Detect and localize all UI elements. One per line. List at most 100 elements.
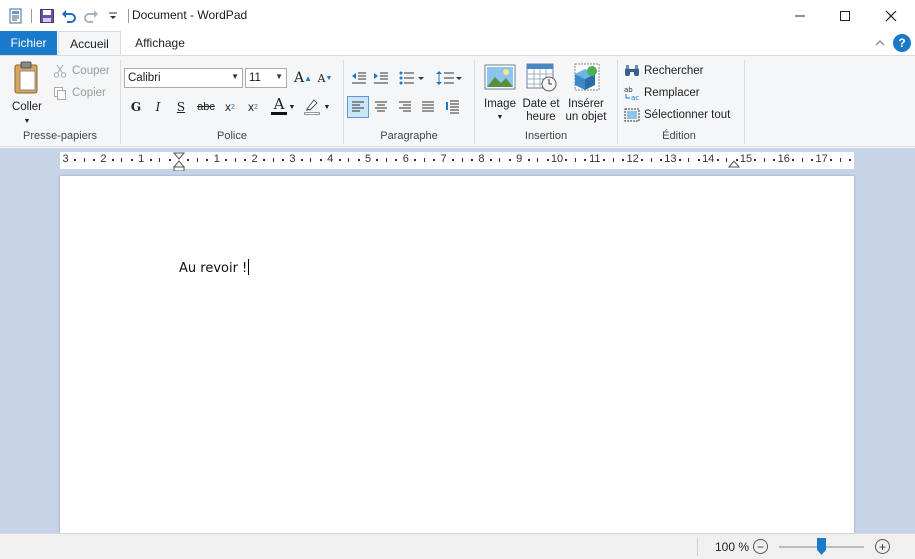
font-size-select[interactable]: 11 ▼ [245, 68, 287, 88]
text-color-dropdown-icon[interactable]: ▼ [286, 96, 298, 118]
replace-button[interactable]: ab ac Remplacer [624, 83, 700, 103]
zoom-slider-thumb[interactable] [817, 538, 826, 555]
ruler-tick [839, 158, 841, 162]
document-text-line[interactable]: Au revoir ! [179, 259, 250, 276]
ribbon: Coller ▼ Couper Copier Presse-papiers Ca… [0, 55, 915, 147]
ruler-tick [319, 159, 322, 161]
align-center-icon[interactable] [370, 96, 392, 118]
collapse-ribbon-icon[interactable] [871, 34, 889, 52]
insert-image-label: Image [484, 98, 516, 110]
customize-qat-icon[interactable] [103, 6, 123, 26]
replace-label: Remplacer [644, 87, 700, 99]
increase-indent-icon[interactable] [370, 67, 392, 89]
qat-separator [128, 9, 129, 23]
ruler-tick [187, 159, 190, 161]
italic-button[interactable]: I [147, 96, 169, 118]
group-clipboard: Coller ▼ Couper Copier Presse-papiers [0, 56, 120, 146]
ruler-tick [763, 158, 765, 162]
tab-home[interactable]: Accueil [58, 31, 121, 56]
date-time-button[interactable]: Date et heure [521, 62, 561, 124]
insert-image-dropdown-icon[interactable]: ▼ [497, 111, 504, 124]
redo-icon[interactable] [81, 6, 101, 26]
paste-button[interactable]: Coller ▼ [6, 61, 48, 128]
zoom-out-icon[interactable]: − [753, 539, 768, 554]
ruler-tick [792, 159, 795, 161]
highlight-icon[interactable] [301, 95, 323, 117]
strikethrough-button[interactable]: abc [195, 96, 217, 118]
ruler-tick [234, 158, 236, 162]
cut-button[interactable]: Couper [52, 61, 110, 81]
line-spacing-icon[interactable] [434, 67, 464, 89]
first-line-indent-marker[interactable] [173, 152, 185, 171]
ruler[interactable]: 3 2 1 1 2 3 4 5 6 7 8 9 10 11 12 13 14 15 16 17 [60, 152, 854, 171]
zoom-in-icon[interactable]: + [875, 539, 890, 554]
bold-button[interactable]: G [125, 96, 147, 118]
ruler-tick [499, 158, 501, 162]
ruler-tick [385, 158, 387, 162]
save-icon[interactable] [37, 6, 57, 26]
highlight-dropdown-icon[interactable]: ▼ [321, 96, 333, 118]
tab-file[interactable]: Fichier [0, 31, 57, 55]
ruler-number: 5 [364, 153, 372, 165]
ruler-tick [735, 159, 738, 161]
minimize-button[interactable] [777, 0, 823, 31]
paste-label: Coller [11, 101, 43, 113]
maximize-button[interactable] [822, 0, 868, 31]
undo-icon[interactable] [59, 6, 79, 26]
insert-object-button[interactable]: Insérer un objet [563, 62, 609, 124]
replace-icon: ab ac [624, 85, 640, 101]
copy-button[interactable]: Copier [52, 83, 106, 103]
insert-object-label-1: Insérer [568, 98, 604, 110]
ruler-number: 16 [777, 153, 790, 165]
ruler-tick [622, 159, 625, 161]
document-text: Au revoir ! [179, 261, 248, 276]
ruler-number: 12 [626, 153, 639, 165]
grow-font-icon[interactable]: A ▲ [292, 67, 314, 89]
ruler-tick [830, 159, 833, 161]
ruler-number: 3 [62, 153, 69, 165]
superscript-icon[interactable]: x2 [242, 96, 264, 118]
text-caret [248, 259, 250, 275]
underline-icon[interactable]: S [170, 96, 192, 118]
chevron-down-icon: ▼ [275, 72, 283, 81]
ribbon-tab-row: Fichier Accueil Affichage ? [0, 31, 915, 56]
group-separator [744, 60, 745, 144]
ruler-tick [470, 159, 473, 161]
shrink-font-icon[interactable]: A ▼ [314, 67, 336, 89]
insert-image-button[interactable]: Image ▼ [480, 62, 520, 124]
tab-view[interactable]: Affichage [125, 31, 195, 55]
close-button[interactable] [868, 0, 914, 31]
ruler-tick [281, 159, 284, 161]
ruler-number: 1 [138, 153, 145, 165]
ruler-number: 11 [589, 153, 601, 165]
ruler-tick [650, 158, 652, 162]
ruler-number: 15 [739, 153, 753, 165]
font-family-select[interactable]: Calibri ▼ [124, 68, 243, 88]
right-indent-marker[interactable] [728, 158, 740, 168]
help-icon[interactable]: ? [893, 34, 911, 52]
find-button[interactable]: Rechercher [624, 61, 703, 81]
ruler-tick [338, 159, 341, 161]
status-separator [697, 538, 698, 556]
insert-object-icon [570, 62, 602, 96]
paste-dropdown-icon[interactable]: ▼ [24, 115, 31, 128]
title-bar: Document - WordPad [0, 0, 915, 31]
window-title: Document - WordPad [132, 8, 248, 22]
ruler-number: 1 [213, 153, 220, 165]
align-right-icon[interactable] [394, 96, 416, 118]
bullet-list-icon[interactable] [396, 67, 428, 89]
ruler-tick [801, 158, 803, 162]
chevron-down-icon: ▼ [231, 72, 239, 81]
decrease-indent-icon[interactable] [348, 67, 370, 89]
wordpad-app-icon[interactable] [6, 6, 26, 26]
select-all-button[interactable]: Sélectionner tout [624, 105, 730, 125]
align-left-icon[interactable] [347, 96, 369, 118]
ruler-tick [92, 159, 95, 161]
document-page[interactable]: Au revoir ! [60, 176, 854, 533]
subscript-icon[interactable]: x2 [219, 96, 241, 118]
binoculars-icon [624, 63, 640, 79]
copy-label: Copier [72, 87, 106, 99]
paragraph-settings-icon[interactable] [442, 96, 464, 118]
justify-icon[interactable] [417, 96, 439, 118]
ruler-tick [537, 158, 539, 162]
